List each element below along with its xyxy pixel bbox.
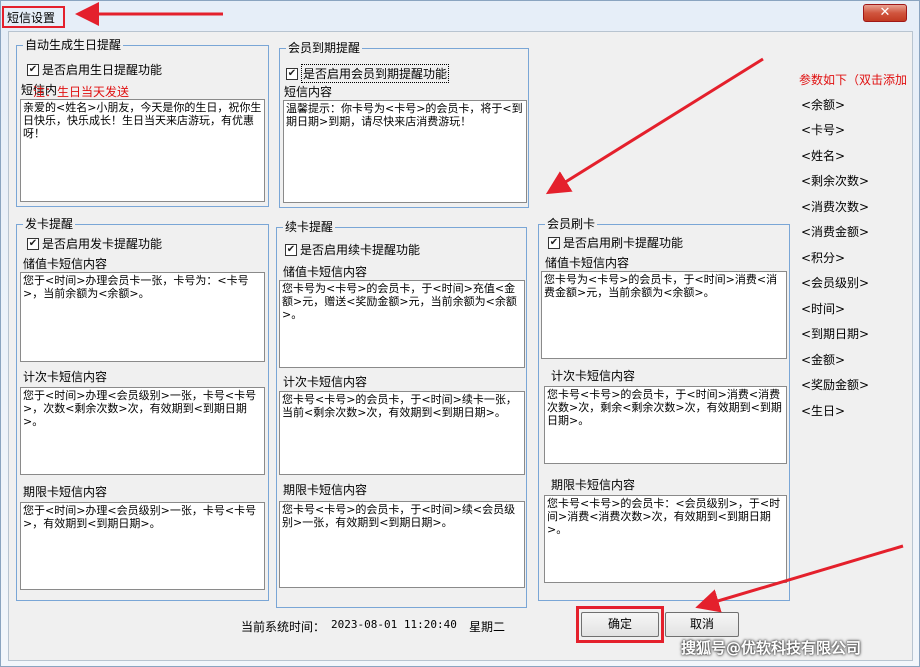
sms-settings-window: 短信设置 ✕ 自动生成生日提醒 ✔ 是否启用生日提醒功能 短信内 注：生日当天发… (0, 0, 920, 667)
issue-stored-textarea[interactable]: 您于<时间>办理会员卡一张，卡号为：<卡号>，当前余额为<余额>。 (20, 272, 265, 362)
param-item[interactable]: <到期日期> (801, 325, 869, 342)
expiry-content-label: 短信内容 (284, 85, 333, 99)
param-item[interactable]: <消费金额> (801, 223, 869, 240)
renew-group-title: 续卡提醒 (283, 220, 336, 234)
param-item[interactable]: <金额> (801, 351, 845, 368)
birthday-enable-checkbox[interactable]: ✔ 是否启用生日提醒功能 (27, 61, 162, 78)
renew-count-textarea[interactable]: 您卡号<卡号>的会员卡，于<时间>续卡一张，当前<剩余次数>次，有效期到<到期日… (279, 391, 525, 475)
param-item[interactable]: <时间> (801, 300, 845, 317)
swipe-enable-checkbox[interactable]: ✔ 是否启用刷卡提醒功能 (548, 234, 683, 251)
renew-enable-checkbox[interactable]: ✔ 是否启用续卡提醒功能 (285, 241, 420, 258)
expiry-content-textarea[interactable]: 温馨提示：你卡号为<卡号>的会员卡，将于<到期日期>到期，请尽快来店消费游玩！ (283, 100, 527, 203)
swipe-reminder-group: 会员刷卡 ✔ 是否启用刷卡提醒功能 储值卡短信内容 您卡号为<卡号>的会员卡，于… (538, 217, 790, 601)
checkmark-icon: ✔ (548, 236, 560, 249)
swipe-enable-label: 是否启用刷卡提醒功能 (563, 236, 684, 250)
param-item[interactable]: <积分> (801, 249, 845, 266)
issue-enable-checkbox[interactable]: ✔ 是否启用发卡提醒功能 (27, 235, 162, 252)
swipe-stored-textarea[interactable]: 您卡号为<卡号>的会员卡，于<时间>消费<消费金额>元，当前余额为<余额>。 (541, 271, 787, 359)
swipe-count-label: 计次卡短信内容 (551, 369, 636, 383)
issue-count-textarea[interactable]: 您于<时间>办理<会员级别>一张，卡号<卡号>，次数<剩余次数>次，有效期到<到… (20, 387, 265, 475)
issue-stored-label: 储值卡短信内容 (23, 257, 108, 271)
system-weekday: 星期二 (469, 620, 506, 634)
expiry-enable-checkbox[interactable]: ✔ 是否启用会员到期提醒功能 (286, 64, 450, 83)
birthday-group-title: 自动生成生日提醒 (23, 38, 124, 52)
expiry-enable-label: 是否启用会员到期提醒功能 (301, 64, 450, 83)
swipe-period-label: 期限卡短信内容 (551, 478, 636, 492)
param-item[interactable]: <消费次数> (801, 198, 869, 215)
swipe-group-title: 会员刷卡 (545, 217, 598, 231)
system-time-label: 当前系统时间： (241, 620, 326, 634)
swipe-stored-label: 储值卡短信内容 (545, 256, 630, 270)
checkmark-icon: ✔ (27, 237, 39, 250)
param-item[interactable]: <姓名> (801, 147, 845, 164)
renew-stored-label: 储值卡短信内容 (283, 265, 368, 279)
birthday-enable-label: 是否启用生日提醒功能 (42, 63, 163, 77)
expiry-reminder-group: 会员到期提醒 ✔ 是否启用会员到期提醒功能 短信内容 温馨提示：你卡号为<卡号>… (279, 41, 529, 208)
issue-count-label: 计次卡短信内容 (23, 370, 108, 384)
title-annotation-box (2, 6, 65, 28)
dialog-client-area: 自动生成生日提醒 ✔ 是否启用生日提醒功能 短信内 注：生日当天发送 亲爱的<姓… (8, 31, 913, 661)
renew-reminder-group: 续卡提醒 ✔ 是否启用续卡提醒功能 储值卡短信内容 您卡号为<卡号>的会员卡，于… (276, 220, 527, 608)
param-item[interactable]: <余额> (801, 96, 845, 113)
renew-count-label: 计次卡短信内容 (283, 375, 368, 389)
issue-reminder-group: 发卡提醒 ✔ 是否启用发卡提醒功能 储值卡短信内容 您于<时间>办理会员卡一张，… (16, 217, 269, 601)
birthday-reminder-group: 自动生成生日提醒 ✔ 是否启用生日提醒功能 短信内 注：生日当天发送 亲爱的<姓… (16, 38, 269, 207)
swipe-count-textarea[interactable]: 您卡号<卡号>的会员卡，于<时间>消费<消费次数>次，剩余<剩余次数>次，有效期… (544, 386, 787, 464)
birthday-content-textarea[interactable]: 亲爱的<姓名>小朋友，今天是你的生日，祝你生日快乐，快乐成长！生日当天来店游玩，… (20, 99, 265, 202)
issue-group-title: 发卡提醒 (23, 217, 76, 231)
param-item[interactable]: <剩余次数> (801, 172, 869, 189)
issue-period-label: 期限卡短信内容 (23, 485, 108, 499)
checkmark-icon: ✔ (285, 243, 297, 256)
checkmark-icon: ✔ (286, 67, 298, 80)
renew-period-label: 期限卡短信内容 (283, 483, 368, 497)
ok-button[interactable]: 确定 (581, 612, 659, 637)
cancel-button[interactable]: 取消 (665, 612, 739, 637)
param-item[interactable]: <卡号> (801, 121, 845, 138)
params-title: 参数如下（双击添加 (799, 73, 908, 87)
renew-enable-label: 是否启用续卡提醒功能 (300, 243, 421, 257)
checkmark-icon: ✔ (27, 63, 39, 76)
birthday-note: 注：生日当天发送 (33, 85, 130, 99)
issue-enable-label: 是否启用发卡提醒功能 (42, 237, 163, 251)
watermark: 搜狐号@优软科技有限公司 (681, 639, 862, 657)
renew-period-textarea[interactable]: 您卡号<卡号>的会员卡，于<时间>续<会员级别>一张，有效期到<到期日期>。 (279, 501, 525, 588)
param-item[interactable]: <会员级别> (801, 274, 869, 291)
param-item[interactable]: <生日> (801, 402, 845, 419)
close-button[interactable]: ✕ (863, 4, 907, 22)
param-item[interactable]: <奖励金额> (801, 376, 869, 393)
issue-period-textarea[interactable]: 您于<时间>办理<会员级别>一张，卡号<卡号>，有效期到<到期日期>。 (20, 502, 265, 590)
system-datetime: 2023-08-01 11:20:40 (331, 618, 457, 631)
expiry-group-title: 会员到期提醒 (286, 41, 363, 55)
swipe-period-textarea[interactable]: 您卡号<卡号>的会员卡：<会员级别>，于<时间>消费<消费次数>次，有效期到<到… (544, 495, 787, 583)
renew-stored-textarea[interactable]: 您卡号为<卡号>的会员卡，于<时间>充值<金额>元，赠送<奖励金额>元，当前余额… (279, 280, 525, 368)
